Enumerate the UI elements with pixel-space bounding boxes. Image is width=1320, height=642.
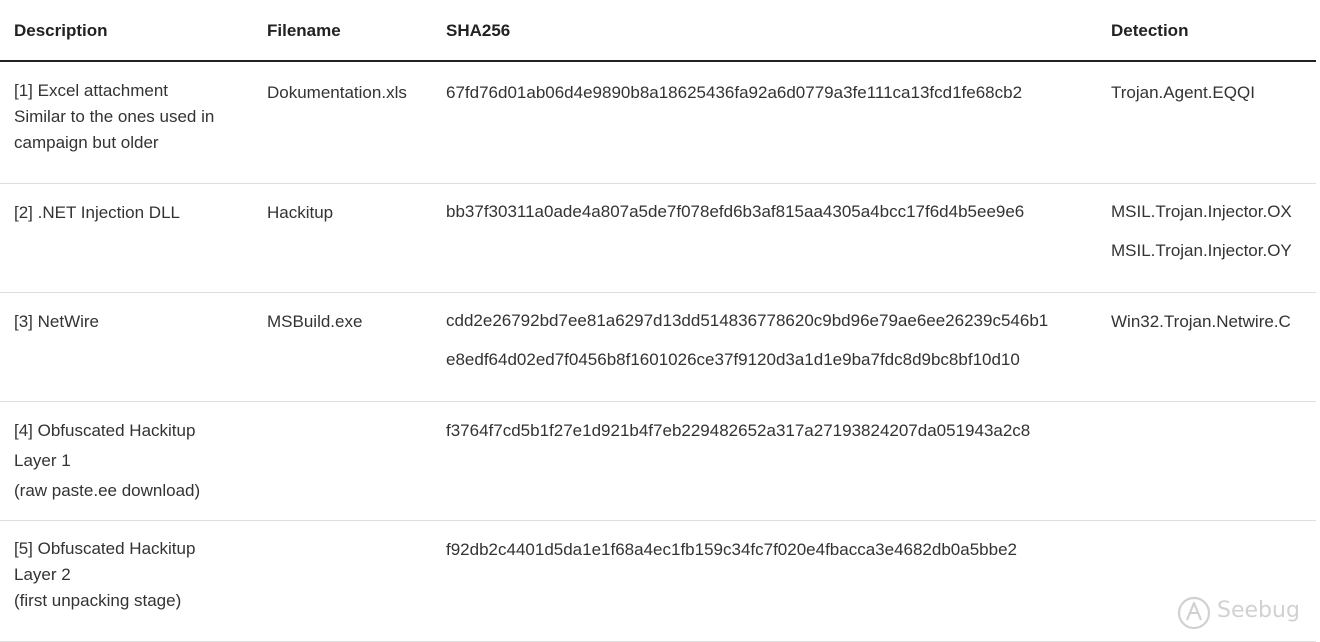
cell-detection: MSIL.Trojan.Injector.OX MSIL.Trojan.Inje… [1111, 199, 1292, 264]
description-line: (raw paste.ee download) [14, 481, 201, 500]
header-description: Description [14, 21, 108, 40]
table-row: [3] NetWire MSBuild.exe cdd2e26792bd7ee8… [0, 293, 1316, 402]
description-line: campaign but older [14, 133, 159, 152]
cell-filename: MSBuild.exe [267, 312, 363, 331]
cell-sha256: 67fd76d01ab06d4e9890b8a18625436fa92a6d07… [446, 80, 1022, 106]
detection-name: Trojan.Agent.EQQI [1111, 83, 1255, 102]
description-line: Layer 2 [14, 565, 71, 584]
cell-sha256: cdd2e26792bd7ee81a6297d13dd514836778620c… [446, 308, 1048, 373]
description-line: [5] Obfuscated Hackitup [14, 539, 196, 558]
table-row: [2] .NET Injection DLL Hackitup bb37f303… [0, 184, 1316, 293]
hash-value: f92db2c4401d5da1e1f68a4ec1fb159c34fc7f02… [446, 540, 1017, 559]
detection-name: MSIL.Trojan.Injector.OY [1111, 241, 1292, 260]
description-line: [1] Excel attachment [14, 81, 169, 100]
hash-value: cdd2e26792bd7ee81a6297d13dd514836778620c… [446, 311, 1049, 330]
cell-description: [4] Obfuscated Hackitup Layer 1 (raw pas… [14, 416, 200, 506]
ioc-table: Description Filename SHA256 Detection [1… [0, 0, 1316, 642]
header-sha256: SHA256 [446, 21, 511, 40]
description-line: Layer 1 [14, 451, 71, 470]
cell-sha256: bb37f30311a0ade4a807a5de7f078efd6b3af815… [446, 199, 1024, 225]
seebug-watermark: Seebug [1175, 594, 1300, 634]
cell-sha256: f92db2c4401d5da1e1f68a4ec1fb159c34fc7f02… [446, 537, 1017, 563]
cell-detection: Win32.Trojan.Netwire.C [1111, 309, 1291, 335]
hash-value: bb37f30311a0ade4a807a5de7f078efd6b3af815… [446, 202, 1025, 221]
description-line: [3] NetWire [14, 312, 100, 331]
detection-name: MSIL.Trojan.Injector.OX [1111, 202, 1292, 221]
description-line: (first unpacking stage) [14, 591, 182, 610]
seebug-logo-icon [1177, 596, 1211, 630]
header-filename: Filename [267, 21, 341, 40]
description-line: [2] .NET Injection DLL [14, 203, 180, 222]
header-detection: Detection [1111, 21, 1189, 40]
cell-sha256: f3764f7cd5b1f27e1d921b4f7eb229482652a317… [446, 418, 1030, 444]
description-line: [4] Obfuscated Hackitup [14, 421, 196, 440]
detection-name: Win32.Trojan.Netwire.C [1111, 312, 1291, 331]
cell-filename: Hackitup [267, 203, 334, 222]
cell-description: [5] Obfuscated Hackitup Layer 2 (first u… [14, 536, 195, 614]
table-header: Description Filename SHA256 Detection [0, 0, 1316, 62]
hash-value: f3764f7cd5b1f27e1d921b4f7eb229482652a317… [446, 421, 1031, 440]
description-line: Similar to the ones used in [14, 107, 215, 126]
cell-description: [3] NetWire [14, 309, 99, 335]
cell-description: [2] .NET Injection DLL [14, 200, 180, 226]
hash-value: 67fd76d01ab06d4e9890b8a18625436fa92a6d07… [446, 83, 1023, 102]
cell-detection: Trojan.Agent.EQQI [1111, 80, 1255, 106]
table-row: [5] Obfuscated Hackitup Layer 2 (first u… [0, 521, 1316, 642]
hash-value: e8edf64d02ed7f0456b8f1601026ce37f9120d3a… [446, 350, 1020, 369]
cell-description: [1] Excel attachment Similar to the ones… [14, 78, 214, 156]
table-row: [4] Obfuscated Hackitup Layer 1 (raw pas… [0, 402, 1316, 521]
watermark-text: Seebug [1217, 598, 1300, 623]
cell-filename: Dokumentation.xls [267, 83, 407, 102]
table-row: [1] Excel attachment Similar to the ones… [0, 62, 1316, 184]
